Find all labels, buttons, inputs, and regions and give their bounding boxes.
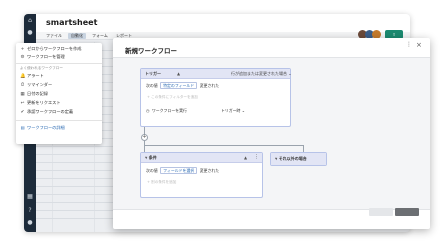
alert-template-item[interactable]: 🔔アラート <box>20 73 44 79</box>
manage-workflows-item[interactable]: ⚙ ワークフローを管理 <box>20 54 65 60</box>
approval-icon: ✔ <box>20 110 25 115</box>
else-block[interactable]: ⑂ それ以外の場合 <box>270 152 327 166</box>
condition-field-row: 次の値 フィールドを選択 変更された <box>146 167 219 175</box>
menu-item-label: ワークフローを管理 <box>27 54 65 59</box>
block-menu-icon[interactable]: ⋮ <box>254 154 259 160</box>
bell-icon: 🔔 <box>20 74 26 79</box>
plus-icon: + <box>20 47 25 52</box>
trigger-block[interactable]: トリガー ▲ 行が追加または変更された場合 ⌄ 次の値 特定のフィールド 変更さ… <box>140 68 292 127</box>
top-bar: smartsheet <box>36 14 410 32</box>
new-workflow-dialog: 新規ワークフロー ⋮ × トリガー ▲ 行が追加または変更された場合 ⌄ 次の値… <box>113 38 430 229</box>
connector-line <box>303 145 304 152</box>
menu-forms[interactable]: フォーム <box>92 33 108 39</box>
trigger-label: トリガー <box>145 71 161 76</box>
condition-block-header: ⑂ 条件 ▲ ⋮ <box>141 153 262 163</box>
approval-template-item[interactable]: ✔ 承認ワークフローの定義 <box>20 109 73 115</box>
add-condition-hint[interactable]: + 別の条件を追加 <box>147 180 176 185</box>
trigger-summary-select[interactable]: 行が追加または変更された場合 ⌄ <box>231 71 292 77</box>
create-workflow-item[interactable]: + ゼロからワークフローを作成 <box>20 46 82 52</box>
else-label: ⑂ それ以外の場合 <box>275 156 307 161</box>
trigger-field-row: 次の値 特定のフィールド 変更された <box>146 82 219 90</box>
reminder-template-item[interactable]: ⏱ リマインダー <box>20 82 52 88</box>
home-icon[interactable]: ⌂ <box>27 18 33 24</box>
when-label: 次の値 <box>146 168 158 173</box>
save-button[interactable] <box>395 208 419 216</box>
section-heading: よく使われるワークフロー <box>20 66 63 70</box>
menu-item-label: 承認ワークフローの定義 <box>27 109 74 114</box>
menu-divider <box>16 63 102 64</box>
bell-icon[interactable]: ● <box>27 30 33 36</box>
gear-icon: ⚙ <box>20 55 25 60</box>
grid-icon: ▤ <box>20 125 25 130</box>
menu-item-label: アラート <box>27 73 44 78</box>
clock-icon: ◷ <box>146 108 150 113</box>
when-label: 次の値 <box>146 83 158 88</box>
menu-item-label: リマインダー <box>27 82 53 87</box>
workflow-canvas: トリガー ▲ 行が追加または変更された場合 ⌄ 次の値 特定のフィールド 変更さ… <box>113 57 430 210</box>
dialog-title: 新規ワークフロー <box>125 47 177 55</box>
menu-automation[interactable]: 自動化 <box>68 33 86 39</box>
menu-item-label: ゼロからワークフローを作成 <box>27 46 82 51</box>
account-icon[interactable]: ● <box>27 220 33 226</box>
connector-line <box>144 145 304 146</box>
field-select[interactable]: 特定のフィールド <box>160 82 198 89</box>
record-date-template-item[interactable]: ▦ 日付の記録 <box>20 91 48 97</box>
warning-icon: ▲ <box>177 71 181 76</box>
request-icon: ↩ <box>20 101 25 106</box>
field-select[interactable]: フィールドを選択 <box>160 167 198 174</box>
run-workflow-row: ◷ ワークフローを実行 <box>146 107 187 115</box>
add-step-button[interactable]: + <box>141 134 148 141</box>
menu-divider <box>16 120 102 121</box>
close-icon[interactable]: × <box>416 41 422 49</box>
else-block-header: ⑂ それ以外の場合 <box>271 153 326 165</box>
run-option-select[interactable]: トリガー時 ⌄ <box>221 107 245 115</box>
automation-dropdown-menu: + ゼロからワークフローを作成 ⚙ ワークフローを管理 よく使われるワークフロー 🔔… <box>16 43 102 144</box>
cancel-button[interactable] <box>369 208 393 216</box>
more-options-icon[interactable]: ⋮ <box>406 41 412 48</box>
trigger-block-header: トリガー ▲ 行が追加または変更された場合 ⌄ <box>141 69 292 79</box>
changed-label: 変更された <box>199 168 220 173</box>
condition-block[interactable]: ⑂ 条件 ▲ ⋮ 次の値 フィールドを選択 変更された + 別の条件を追加 <box>140 152 263 198</box>
update-request-template-item[interactable]: ↩ 更新をリクエスト <box>20 100 61 106</box>
screenshot-stage: ⌂ ● ▦ ? ● smartsheet ファイル 自動化 フォーム レポート … <box>0 0 440 248</box>
link-label: ワークフローの詳細 <box>27 125 65 130</box>
add-filter-hint[interactable]: + この条件にフィルターを追加 <box>147 95 198 100</box>
clock-icon: ⏱ <box>20 83 25 88</box>
run-label: ワークフローを実行 <box>151 108 187 113</box>
menu-file[interactable]: ファイル <box>46 33 62 39</box>
condition-label: ⑂ 条件 <box>145 155 157 160</box>
changed-label: 変更された <box>199 83 220 88</box>
warning-icon: ▲ <box>244 155 248 160</box>
menu-item-label: 更新をリクエスト <box>27 100 61 105</box>
menu-item-label: 日付の記録 <box>27 91 48 96</box>
apps-icon[interactable]: ▦ <box>27 194 33 200</box>
calendar-icon: ▦ <box>20 92 25 97</box>
brand-logo: smartsheet <box>46 18 98 27</box>
workflow-details-link[interactable]: ▤ ワークフローの詳細 <box>20 125 65 131</box>
help-icon[interactable]: ? <box>27 208 33 214</box>
